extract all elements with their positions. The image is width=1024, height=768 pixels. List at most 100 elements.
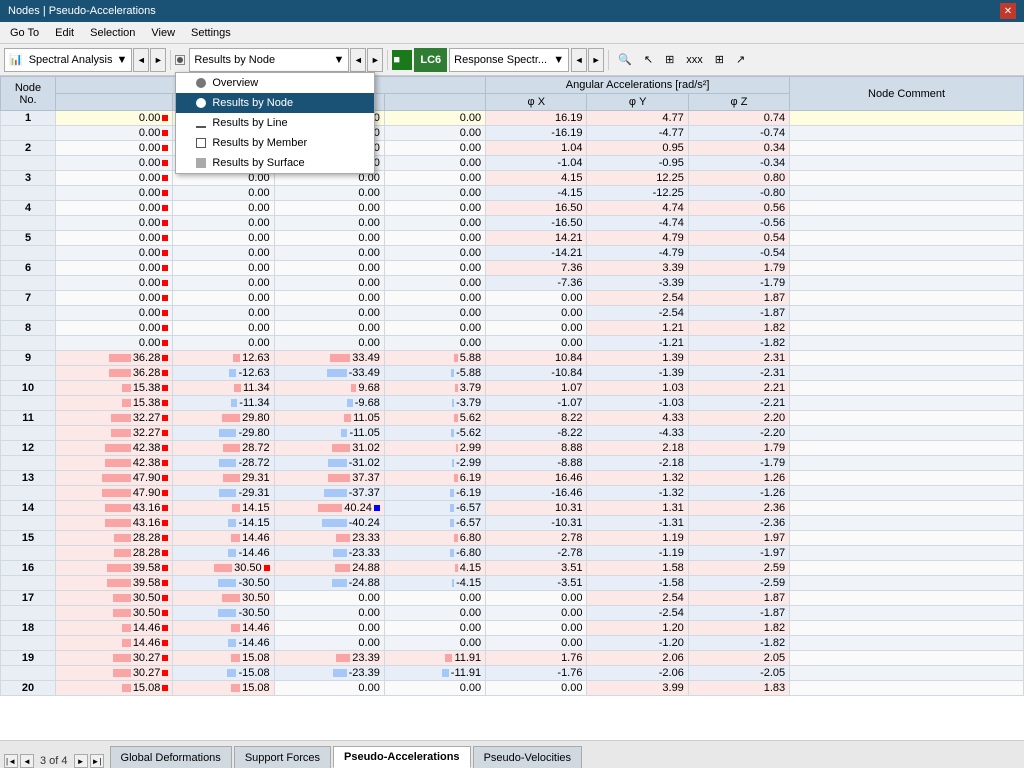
tab-pseudo-velocities[interactable]: Pseudo-Velocities — [473, 746, 582, 768]
node-number-cell — [1, 636, 56, 651]
close-button[interactable]: ✕ — [1000, 3, 1016, 19]
data-cell-3: 0.00 — [384, 621, 485, 636]
node-number-cell: 6 — [1, 261, 56, 276]
tab-pseudo-accelerations[interactable]: Pseudo-Accelerations — [333, 746, 471, 768]
data-cell-3: 0.00 — [384, 606, 485, 621]
data-cell-3: -5.62 — [384, 426, 485, 441]
results-prev-button[interactable]: ◄ — [350, 48, 366, 72]
angular-cell-phiX: 16.19 — [486, 111, 587, 126]
tab-prev-button[interactable]: ◄ — [20, 754, 34, 768]
results-by-node-dropdown[interactable]: Results by Node ▼ — [189, 48, 349, 72]
table-button[interactable]: ⊞ — [660, 48, 679, 72]
dropdown-overview[interactable]: Overview — [176, 73, 374, 93]
spectral-analysis-dropdown[interactable]: 📊 Spectral Analysis ▼ — [4, 48, 132, 72]
menu-edit[interactable]: Edit — [49, 25, 80, 41]
data-cell-0: 30.27 — [56, 651, 173, 666]
data-cell-3: -6.19 — [384, 486, 485, 501]
data-cell-3: -4.15 — [384, 576, 485, 591]
data-cell-1: 0.00 — [173, 216, 274, 231]
data-cell-3: 0.00 — [384, 216, 485, 231]
data-cell-1: 14.15 — [173, 501, 274, 516]
comment-cell — [790, 336, 1024, 351]
angular-cell-phiZ: -1.82 — [688, 636, 789, 651]
data-cell-1: 14.46 — [173, 531, 274, 546]
tab-global-deformations[interactable]: Global Deformations — [110, 746, 232, 768]
angular-cell-phiY: 12.25 — [587, 171, 688, 186]
angular-cell-phiY: 1.32 — [587, 471, 688, 486]
menu-selection[interactable]: Selection — [84, 25, 141, 41]
dropdown-results-by-node[interactable]: Results by Node — [176, 93, 374, 113]
angular-cell-phiY: 2.18 — [587, 441, 688, 456]
dropdown-results-by-member[interactable]: Results by Member — [176, 133, 374, 153]
comment-cell — [790, 231, 1024, 246]
angular-cell-phiZ: -2.59 — [688, 576, 789, 591]
comment-cell — [790, 291, 1024, 306]
data-cell-2: 0.00 — [274, 216, 384, 231]
angular-cell-phiX: -8.88 — [486, 456, 587, 471]
spectral-next-button[interactable]: ► — [150, 48, 166, 72]
tab-support-forces[interactable]: Support Forces — [234, 746, 331, 768]
arrow-button[interactable]: ↗ — [731, 48, 750, 72]
dropdown-results-by-line[interactable]: Results by Line — [176, 113, 374, 133]
data-cell-3: 0.00 — [384, 591, 485, 606]
node-number-cell: 2 — [1, 141, 56, 156]
comment-cell — [790, 396, 1024, 411]
angular-cell-phiZ: -1.87 — [688, 606, 789, 621]
menu-goto[interactable]: Go To — [4, 25, 45, 41]
node-number-cell — [1, 186, 56, 201]
cursor-button[interactable]: ↖ — [639, 48, 658, 72]
data-cell-2: 0.00 — [274, 321, 384, 336]
angular-cell-phiY: 2.54 — [587, 291, 688, 306]
angular-cell-phiZ: -1.26 — [688, 486, 789, 501]
angular-cell-phiY: 1.19 — [587, 531, 688, 546]
angular-cell-phiZ: -1.97 — [688, 546, 789, 561]
results-next-button[interactable]: ► — [367, 48, 383, 72]
angular-cell-phiY: -2.06 — [587, 666, 688, 681]
node-number-cell — [1, 606, 56, 621]
comment-cell — [790, 426, 1024, 441]
node-number-cell — [1, 546, 56, 561]
comment-cell — [790, 411, 1024, 426]
angular-cell-phiY: -2.54 — [587, 306, 688, 321]
angular-cell-phiZ: -1.79 — [688, 276, 789, 291]
xxx-button[interactable]: xxx — [681, 48, 708, 72]
node-number-cell: 15 — [1, 531, 56, 546]
tab-next-button[interactable]: ► — [74, 754, 88, 768]
node-number-cell — [1, 156, 56, 171]
grid-button[interactable]: ⊞ — [710, 48, 729, 72]
zoom-button[interactable]: 🔍 — [613, 48, 637, 72]
col-header-u4 — [384, 94, 485, 111]
spectral-prev-button[interactable]: ◄ — [133, 48, 149, 72]
angular-cell-phiY: 1.58 — [587, 561, 688, 576]
menu-view[interactable]: View — [145, 25, 181, 41]
node-number-cell — [1, 216, 56, 231]
data-cell-3: 0.00 — [384, 186, 485, 201]
data-cell-2: -24.88 — [274, 576, 384, 591]
comment-cell — [790, 651, 1024, 666]
response-next-button[interactable]: ► — [588, 48, 604, 72]
table-wrapper[interactable]: NodeNo. |u¹| Angular Accelerations [rad/… — [0, 76, 1024, 740]
angular-cell-phiY: 3.99 — [587, 681, 688, 696]
dropdown-results-by-surface[interactable]: Results by Surface — [176, 153, 374, 173]
col-header-phiy: φ Y — [587, 94, 688, 111]
data-cell-2: -37.37 — [274, 486, 384, 501]
response-spectr-dropdown[interactable]: Response Spectr... ▼ — [449, 48, 569, 72]
data-cell-3: 3.79 — [384, 381, 485, 396]
angular-cell-phiX: -1.76 — [486, 666, 587, 681]
angular-cell-phiX: 0.00 — [486, 291, 587, 306]
angular-cell-phiZ: 2.21 — [688, 381, 789, 396]
angular-cell-phiX: 7.36 — [486, 261, 587, 276]
data-cell-1: -29.31 — [173, 486, 274, 501]
data-cell-3: -5.88 — [384, 366, 485, 381]
data-cell-0: 30.50 — [56, 591, 173, 606]
angular-cell-phiZ: 0.56 — [688, 201, 789, 216]
tab-last-button[interactable]: ►| — [90, 754, 104, 768]
stop-button[interactable]: ■ — [392, 50, 412, 70]
tab-first-button[interactable]: |◄ — [4, 754, 18, 768]
lc-indicator: LC6 — [414, 48, 447, 72]
menu-settings[interactable]: Settings — [185, 25, 237, 41]
response-prev-button[interactable]: ◄ — [571, 48, 587, 72]
data-cell-0: 0.00 — [56, 261, 173, 276]
angular-cell-phiX: -4.15 — [486, 186, 587, 201]
data-cell-0: 0.00 — [56, 306, 173, 321]
